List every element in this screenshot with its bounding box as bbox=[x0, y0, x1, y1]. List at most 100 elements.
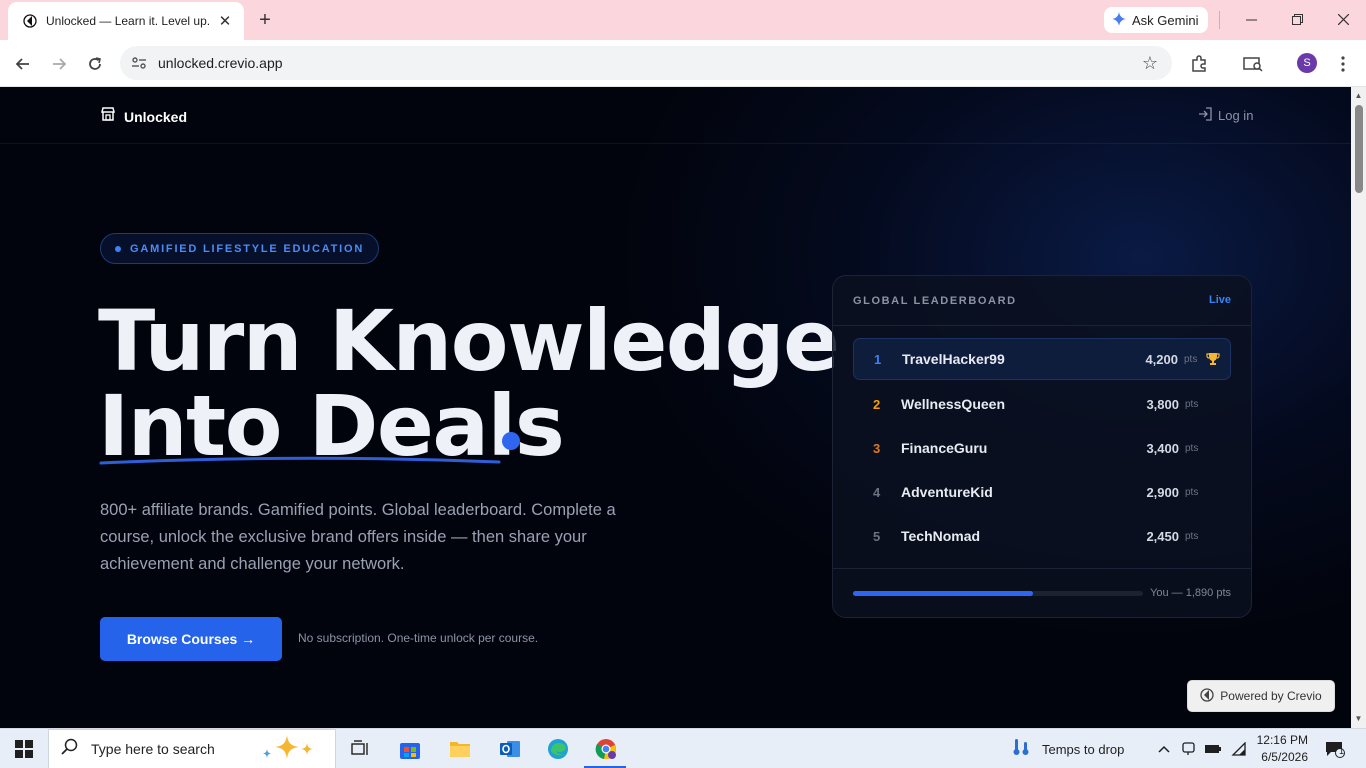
chrome-icon[interactable] bbox=[586, 729, 626, 768]
leaderboard-row: 2 WellnessQueen 3,800 pts bbox=[853, 383, 1231, 425]
clock-time: 12:16 PM bbox=[1256, 733, 1308, 747]
notification-count: 1 bbox=[1339, 746, 1345, 756]
player-points: 2,450 bbox=[1146, 528, 1179, 544]
page-viewport: Unlocked Log in GAMIFIED LIFESTYLE EDUCA… bbox=[0, 87, 1351, 728]
battery-icon[interactable] bbox=[1202, 729, 1224, 768]
rank-number: 2 bbox=[873, 396, 881, 412]
player-points: 3,800 bbox=[1146, 396, 1179, 412]
browser-menu-icon[interactable] bbox=[1330, 51, 1356, 77]
search-highlight-sparkles-icon bbox=[261, 733, 319, 766]
back-button[interactable] bbox=[10, 51, 36, 77]
rank-number: 3 bbox=[873, 440, 881, 456]
windows-taskbar: Type here to search Temps to drop 12:16 … bbox=[0, 728, 1366, 768]
leaderboard-row: 5 TechNomad 2,450 pts bbox=[853, 515, 1231, 557]
headline-accent-dot bbox=[502, 432, 520, 450]
tab-search-icon[interactable] bbox=[1240, 51, 1266, 77]
rank-number: 5 bbox=[873, 528, 881, 544]
restore-button[interactable] bbox=[1274, 8, 1320, 32]
close-window-button[interactable] bbox=[1320, 8, 1366, 32]
crevio-logo-icon bbox=[1200, 687, 1214, 705]
brand-logo[interactable]: Unlocked bbox=[100, 106, 187, 127]
weather-text: Temps to drop bbox=[1042, 741, 1125, 757]
clock-date: 6/5/2026 bbox=[1261, 750, 1308, 764]
address-bar[interactable]: unlocked.crevio.app ☆ bbox=[120, 46, 1172, 80]
player-name: AdventureKid bbox=[901, 484, 993, 500]
file-explorer-icon[interactable] bbox=[440, 729, 480, 768]
edge-icon[interactable] bbox=[538, 729, 578, 768]
browse-courses-button[interactable]: Browse Courses → bbox=[100, 617, 282, 661]
points-unit: pts bbox=[1185, 486, 1199, 498]
eyebrow-dot-icon bbox=[115, 245, 121, 252]
your-progress-fill bbox=[853, 591, 1033, 596]
browser-tab[interactable]: Unlocked — Learn it. Level up. ✕ bbox=[8, 2, 244, 40]
new-tab-button[interactable]: + bbox=[254, 8, 276, 32]
taskbar-search-box[interactable]: Type here to search bbox=[48, 729, 336, 768]
tabstrip-divider bbox=[1219, 11, 1220, 29]
url-text: unlocked.crevio.app bbox=[158, 55, 283, 71]
leaderboard-row: 3 FinanceGuru 3,400 pts bbox=[853, 427, 1231, 469]
trophy-icon bbox=[1204, 352, 1230, 366]
profile-avatar[interactable]: S bbox=[1297, 53, 1317, 73]
your-progress-bar bbox=[853, 591, 1143, 596]
leaderboard-header: GLOBAL LEADERBOARD Live bbox=[833, 276, 1251, 326]
wifi-icon[interactable] bbox=[1228, 729, 1250, 768]
site-info-icon[interactable] bbox=[120, 56, 158, 70]
scroll-thumb[interactable] bbox=[1355, 105, 1363, 193]
notification-center-icon[interactable]: 1 bbox=[1320, 729, 1350, 768]
browser-toolbar: unlocked.crevio.app ☆ S bbox=[0, 40, 1366, 87]
task-view-icon[interactable] bbox=[340, 729, 380, 768]
forward-button[interactable] bbox=[46, 51, 72, 77]
scroll-down-arrow-icon[interactable]: ▼ bbox=[1354, 714, 1363, 723]
nav-divider bbox=[0, 143, 1351, 144]
outlook-icon[interactable] bbox=[490, 729, 530, 768]
points-unit: pts bbox=[1184, 353, 1198, 365]
player-points: 3,400 bbox=[1146, 440, 1179, 456]
tab-title: Unlocked — Learn it. Level up. bbox=[46, 14, 211, 28]
brand-name: Unlocked bbox=[124, 108, 188, 125]
site-favicon-icon bbox=[22, 13, 38, 29]
page-scrollbar[interactable]: ▲ ▼ bbox=[1351, 87, 1366, 728]
login-label: Log in bbox=[1218, 108, 1254, 123]
tab-close-icon[interactable]: ✕ bbox=[216, 12, 234, 30]
reload-button[interactable] bbox=[82, 51, 108, 77]
rank-number: 4 bbox=[873, 484, 881, 500]
leaderboard-row: 4 AdventureKid 2,900 pts bbox=[853, 471, 1231, 513]
player-points: 4,200 bbox=[1145, 351, 1178, 367]
player-name: TechNomad bbox=[901, 528, 981, 544]
start-button[interactable] bbox=[0, 729, 48, 768]
rank-number: 1 bbox=[874, 351, 882, 367]
bookmark-star-icon[interactable]: ☆ bbox=[1142, 53, 1158, 74]
system-clock[interactable]: 12:16 PM 6/5/2026 bbox=[1252, 732, 1308, 766]
show-hidden-icons-icon[interactable] bbox=[1154, 729, 1174, 768]
microsoft-store-icon[interactable] bbox=[390, 729, 430, 768]
ask-gemini-label: Ask Gemini bbox=[1132, 12, 1199, 28]
hero-subtitle: 800+ affiliate brands. Gamified points. … bbox=[100, 501, 616, 573]
leaderboard-row: 1 TravelHacker99 4,200 pts bbox=[853, 338, 1231, 380]
headline-underline bbox=[99, 456, 501, 465]
storefront-icon bbox=[100, 106, 116, 127]
points-unit: pts bbox=[1185, 442, 1199, 454]
powered-by-badge[interactable]: Powered by Crevio bbox=[1187, 680, 1335, 712]
login-link[interactable]: Log in bbox=[1198, 107, 1253, 124]
leaderboard-live-badge: Live bbox=[1208, 294, 1231, 306]
meet-now-icon[interactable] bbox=[1178, 729, 1200, 768]
thermometer-icon bbox=[1012, 737, 1032, 762]
ask-gemini-button[interactable]: Ask Gemini bbox=[1104, 7, 1209, 33]
leaderboard-card: GLOBAL LEADERBOARD Live 1 TravelHacker99… bbox=[832, 275, 1252, 618]
leaderboard-footer-divider bbox=[833, 568, 1251, 569]
extensions-icon[interactable] bbox=[1186, 51, 1212, 77]
player-name: TravelHacker99 bbox=[902, 351, 1005, 367]
player-name: WellnessQueen bbox=[901, 396, 1006, 412]
headline-line-1: Turn Knowledge bbox=[98, 292, 840, 390]
points-unit: pts bbox=[1185, 398, 1199, 410]
gemini-sparkle-icon bbox=[1112, 11, 1126, 29]
powered-by-text: Powered by Crevio bbox=[1220, 689, 1322, 703]
browser-tabstrip: Unlocked — Learn it. Level up. ✕ + Ask G… bbox=[0, 0, 1366, 40]
weather-widget[interactable]: Temps to drop bbox=[1012, 729, 1142, 768]
search-icon bbox=[61, 738, 79, 761]
scroll-up-arrow-icon[interactable]: ▲ bbox=[1354, 91, 1363, 100]
cta-note: No subscription. One-time unlock per cou… bbox=[298, 631, 539, 645]
search-placeholder: Type here to search bbox=[91, 741, 215, 757]
minimize-button[interactable] bbox=[1228, 8, 1274, 32]
player-name: FinanceGuru bbox=[901, 440, 988, 456]
